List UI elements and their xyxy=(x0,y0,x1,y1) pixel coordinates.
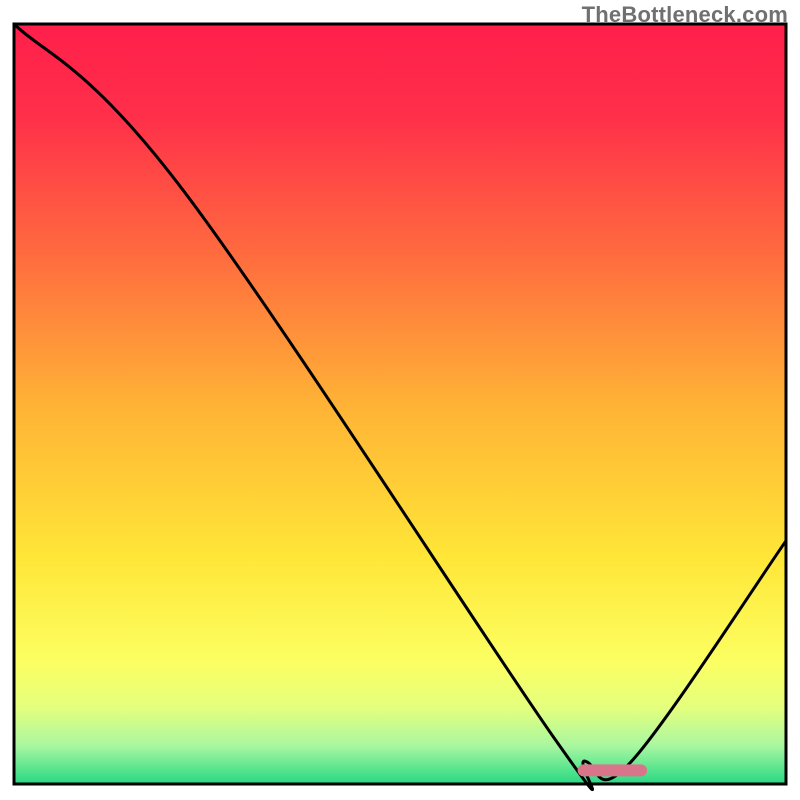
plot-background xyxy=(14,24,786,784)
watermark-text: TheBottleneck.com xyxy=(582,2,788,28)
chart-svg xyxy=(0,0,800,800)
highlight-marker xyxy=(578,764,647,776)
chart-container: TheBottleneck.com xyxy=(0,0,800,800)
